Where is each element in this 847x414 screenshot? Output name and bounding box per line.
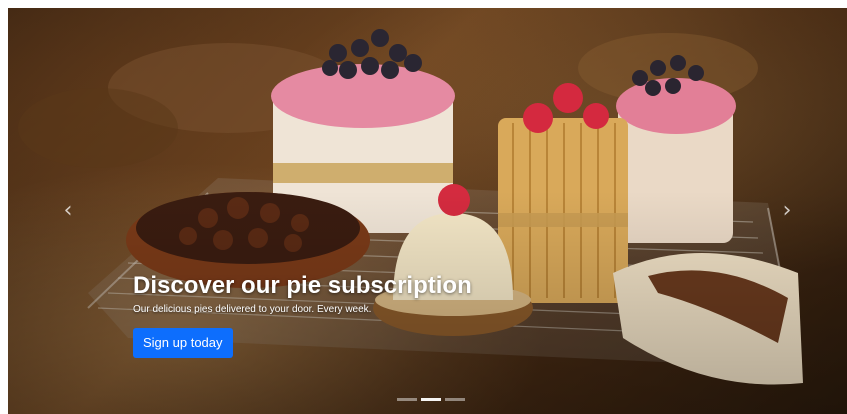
caption-subtext: Our delicious pies delivered to your doo… bbox=[133, 304, 372, 315]
page: ‹ › Discover our pie subscription Our de… bbox=[0, 0, 847, 414]
carousel-indicators bbox=[397, 398, 465, 401]
carousel-next-button[interactable]: › bbox=[727, 8, 847, 414]
indicator-slide-3[interactable] bbox=[445, 398, 465, 401]
carousel-prev-button[interactable]: ‹ bbox=[8, 8, 128, 414]
indicator-slide-2[interactable] bbox=[421, 398, 441, 401]
caption-heading: Discover our pie subscription bbox=[133, 272, 472, 299]
hero-carousel: ‹ › Discover our pie subscription Our de… bbox=[8, 8, 847, 414]
chevron-left-icon: ‹ bbox=[63, 198, 73, 223]
indicator-slide-1[interactable] bbox=[397, 398, 417, 401]
chevron-right-icon: › bbox=[782, 198, 792, 223]
sign-up-button[interactable]: Sign up today bbox=[133, 328, 233, 358]
slide-caption: Discover our pie subscription Our delici… bbox=[133, 271, 693, 358]
